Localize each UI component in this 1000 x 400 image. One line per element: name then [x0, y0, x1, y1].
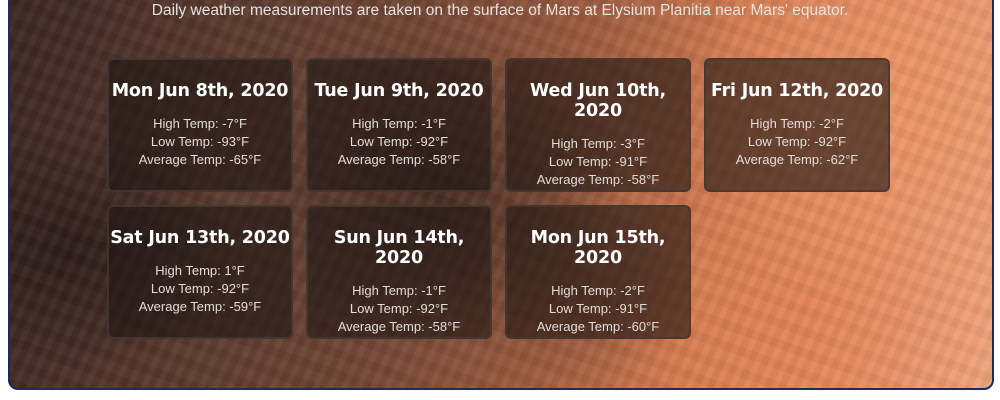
average-temp: Average Temp: -58°F [337, 319, 461, 334]
page-subtitle: Daily weather measurements are taken on … [151, 2, 849, 19]
average-temp: Average Temp: -65°F [138, 152, 262, 167]
high-temp: High Temp: -3°F [551, 136, 645, 151]
low-temp: Low Temp: -92°F [349, 134, 449, 149]
weather-card: Sun Jun 14th, 2020 High Temp: -1°F Low T… [306, 205, 492, 339]
average-temp: Average Temp: -60°F [536, 319, 660, 334]
card-date: Sat Jun 13th, 2020 [110, 228, 290, 248]
high-temp: High Temp: -7°F [153, 116, 247, 131]
low-temp: Low Temp: -91°F [548, 301, 648, 316]
weather-card: Fri Jun 12th, 2020 High Temp: -2°F Low T… [704, 58, 890, 192]
average-temp: Average Temp: -58°F [536, 172, 660, 187]
low-temp: Low Temp: -92°F [150, 281, 250, 296]
card-date: Fri Jun 12th, 2020 [710, 81, 884, 101]
weather-card: Mon Jun 8th, 2020 High Temp: -7°F Low Te… [107, 58, 293, 192]
card-date: Tue Jun 9th, 2020 [314, 81, 484, 101]
card-date: Mon Jun 8th, 2020 [111, 81, 289, 101]
low-temp: Low Temp: -93°F [150, 134, 250, 149]
average-temp: Average Temp: -62°F [735, 152, 859, 167]
average-temp: Average Temp: -59°F [138, 299, 262, 314]
weather-card: Sat Jun 13th, 2020 High Temp: 1°F Low Te… [107, 205, 293, 339]
low-temp: Low Temp: -91°F [548, 154, 648, 169]
weather-card: Tue Jun 9th, 2020 High Temp: -1°F Low Te… [306, 58, 492, 192]
low-temp: Low Temp: -92°F [349, 301, 449, 316]
low-temp: Low Temp: -92°F [747, 134, 847, 149]
weather-card: Wed Jun 10th, 2020 High Temp: -3°F Low T… [505, 58, 691, 192]
card-date: Mon Jun 15th, 2020 [530, 228, 666, 268]
high-temp: High Temp: -1°F [352, 283, 446, 298]
weather-card: Mon Jun 15th, 2020 High Temp: -2°F Low T… [505, 205, 691, 339]
high-temp: High Temp: -1°F [352, 116, 446, 131]
average-temp: Average Temp: -58°F [337, 152, 461, 167]
high-temp: High Temp: 1°F [155, 263, 245, 278]
high-temp: High Temp: -2°F [750, 116, 844, 131]
card-date: Wed Jun 10th, 2020 [530, 81, 666, 121]
high-temp: High Temp: -2°F [551, 283, 645, 298]
card-date: Sun Jun 14th, 2020 [333, 228, 465, 268]
